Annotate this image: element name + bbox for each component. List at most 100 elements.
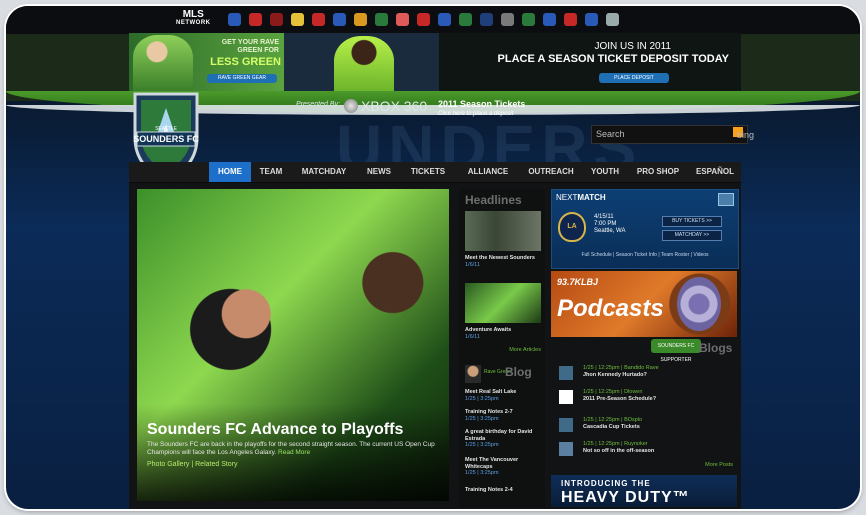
blog-item[interactable]: Training Notes 2-4 [465,487,543,494]
hero-links[interactable]: Photo Gallery | Related Story [147,461,238,468]
blog-item[interactable]: Meet Real Salt Lake 1/25 | 3:25pm [465,389,543,402]
season-tickets-link[interactable]: 2011 Season Tickets Click here to place … [438,99,525,119]
nav-home[interactable]: HOME [209,162,251,182]
headline-thumb[interactable] [465,211,541,251]
xbox-ball-icon [344,99,358,113]
headline-item[interactable]: Adventure Awaits 1/6/11 [465,327,543,340]
matchday-button[interactable]: MATCHDAY >> [662,230,722,241]
podcast-icon [677,277,721,331]
club-crest-icon[interactable] [564,13,577,26]
hero-title[interactable]: Sounders FC Advance to Playoffs [147,421,403,439]
club-crest-icon[interactable] [333,13,346,26]
blogger-avatar [465,365,481,383]
headline-date: 1/6/11 [465,333,480,340]
blog-post-row[interactable]: 1/25 | 12:25pm | BOsplo Cascadia Cup Tick… [559,417,735,433]
club-crest-icon[interactable] [228,13,241,26]
fan-image [284,33,439,91]
page-frame: MLS NETWORK GET YOUR RAVE GREEN FOR LESS … [6,6,860,509]
less-green-text: LESS GREEN [210,56,281,68]
ad-line-2: HEAVY DUTY™ [561,489,690,506]
nav-news[interactable]: NEWS [360,162,398,182]
club-crest-icon[interactable] [459,13,472,26]
club-crest-icon[interactable] [522,13,535,26]
headline-thumb[interactable] [465,283,541,323]
blogs-title: Blogs [699,341,733,355]
read-more-link[interactable]: Read More [278,449,310,456]
xbox-label: XBOX 360 [361,98,428,114]
gear-promo[interactable]: GET YOUR RAVE GREEN FOR LESS GREEN RAVE G… [129,33,284,91]
gear-button[interactable]: RAVE GREEN GEAR [207,74,277,83]
nav-matchday[interactable]: MATCHDAY [292,162,356,182]
blog-item[interactable]: Meet The Vancouver Whitecaps 1/25 | 3:25p… [465,457,543,477]
club-crest-icon[interactable] [501,13,514,26]
network-label: NETWORK [176,20,211,26]
buy-tickets-button[interactable]: BUY TICKETS >> [662,216,722,227]
club-crest-icon[interactable] [291,13,304,26]
post-thumbnail [559,390,573,404]
more-articles-link[interactable]: More Articles [509,347,541,353]
next-match-widget: NEXTMATCH LA 4/15/11 7:00 PM Seattle, WA… [551,189,739,269]
club-crest-icon[interactable] [354,13,367,26]
player-image [133,35,193,91]
search-input[interactable]: Search [596,129,625,139]
club-crest-icon[interactable] [480,13,493,26]
blog-title: Blog [505,365,532,379]
blog-post-row[interactable]: 1/25 | 12:25pm | Bandido Rave Jhon Kenned… [559,365,735,381]
main-navigation: HOME TEAM MATCHDAY NEWS TICKETS ALLIANCE… [129,162,741,184]
place-deposit-button[interactable]: PLACE DEPOSIT [599,73,669,83]
main-content: Sounders FC Advance to Playoffs The Soun… [129,183,741,509]
club-crest-icon[interactable] [438,13,451,26]
right-column: NEXTMATCH LA 4/15/11 7:00 PM Seattle, WA… [551,189,739,507]
bing-label: bing [737,130,755,140]
club-crest-icon[interactable] [543,13,556,26]
mls-network-logo[interactable]: MLS NETWORK [176,10,211,28]
nav-outreach[interactable]: OUTREACH [521,162,581,182]
bing-search-button[interactable]: bing [733,127,754,140]
club-crest-icon[interactable] [396,13,409,26]
more-posts-link[interactable]: More Posts [705,462,733,468]
blog-post-row[interactable]: 1/25 | 12:25pm | Ruynoker Not so off in t… [559,441,735,457]
headline-item[interactable]: Meet the Newest Sounders 1/6/11 [465,255,543,268]
club-crest-icon[interactable] [312,13,325,26]
club-crest-icon[interactable] [270,13,283,26]
season-tickets-subtitle: Click here to place a deposit [438,111,514,117]
supporter-blog-badge: SOUNDERS FC SUPPORTER [651,339,701,363]
club-crest-icon[interactable] [585,13,598,26]
nav-tickets[interactable]: TICKETS [402,162,454,182]
blog-item[interactable]: A great birthday for David Estrada 1/25 |… [465,429,543,449]
deposit-text: PLACE A SEASON TICKET DEPOSIT TODAY [497,53,729,65]
hero-feature[interactable]: Sounders FC Advance to Playoffs The Soun… [137,189,449,501]
headline-title: Adventure Awaits [465,327,512,333]
podcasts-title: Podcasts [557,295,664,322]
club-crest-icon[interactable] [249,13,262,26]
nav-youth[interactable]: YOUTH [584,162,626,182]
post-thumbnail [559,442,573,456]
post-thumbnail [559,366,573,380]
club-crest-icon[interactable] [417,13,430,26]
nav-alliance[interactable]: ALLIANCE [459,162,517,182]
season-ticket-promo[interactable]: JOIN US IN 2011 PLACE A SEASON TICKET DE… [439,33,741,91]
search-box[interactable]: Search bing [591,125,754,144]
match-place: Seattle, WA [594,228,626,234]
calendar-icon[interactable] [718,193,734,206]
nav-pro-shop[interactable]: PRO SHOP [631,162,685,182]
logo-city-text: SEATTLE [155,126,178,132]
top-banner-ad[interactable]: GET YOUR RAVE GREEN FOR LESS GREEN RAVE G… [129,33,741,91]
promo-text: GET YOUR RAVE GREEN FOR [221,39,279,54]
nav-team[interactable]: TEAM [253,162,289,182]
podcast-promo[interactable]: 93.7KLBJ Podcasts [551,271,737,337]
presented-by-label: Presented By: [296,101,340,108]
mls-network-bar: MLS NETWORK [6,6,860,34]
match-time: 7:00 PM [594,221,617,227]
next-match-links[interactable]: Full Schedule | Season Ticket Info | Tea… [556,252,734,258]
club-crest-icon[interactable] [606,13,619,26]
club-crest-icon[interactable] [375,13,388,26]
blog-item[interactable]: Training Notes 2-7 1/25 | 3:25pm [465,409,543,422]
match-date: 4/15/11 [594,214,614,220]
nav-espanol[interactable]: ESPAÑOL [689,162,741,182]
xbox-sponsor-logo[interactable]: XBOX 360 [344,98,427,114]
heavy-duty-ad[interactable]: INTRODUCING THE HEAVY DUTY™ [551,475,737,507]
blog-post-row[interactable]: 1/25 | 12:25pm | Dlowen 2011 Pre-Season S… [559,389,735,405]
headlines-column: Headlines Meet the Newest Sounders 1/6/1… [459,189,545,507]
headline-date: 1/6/11 [465,261,480,268]
